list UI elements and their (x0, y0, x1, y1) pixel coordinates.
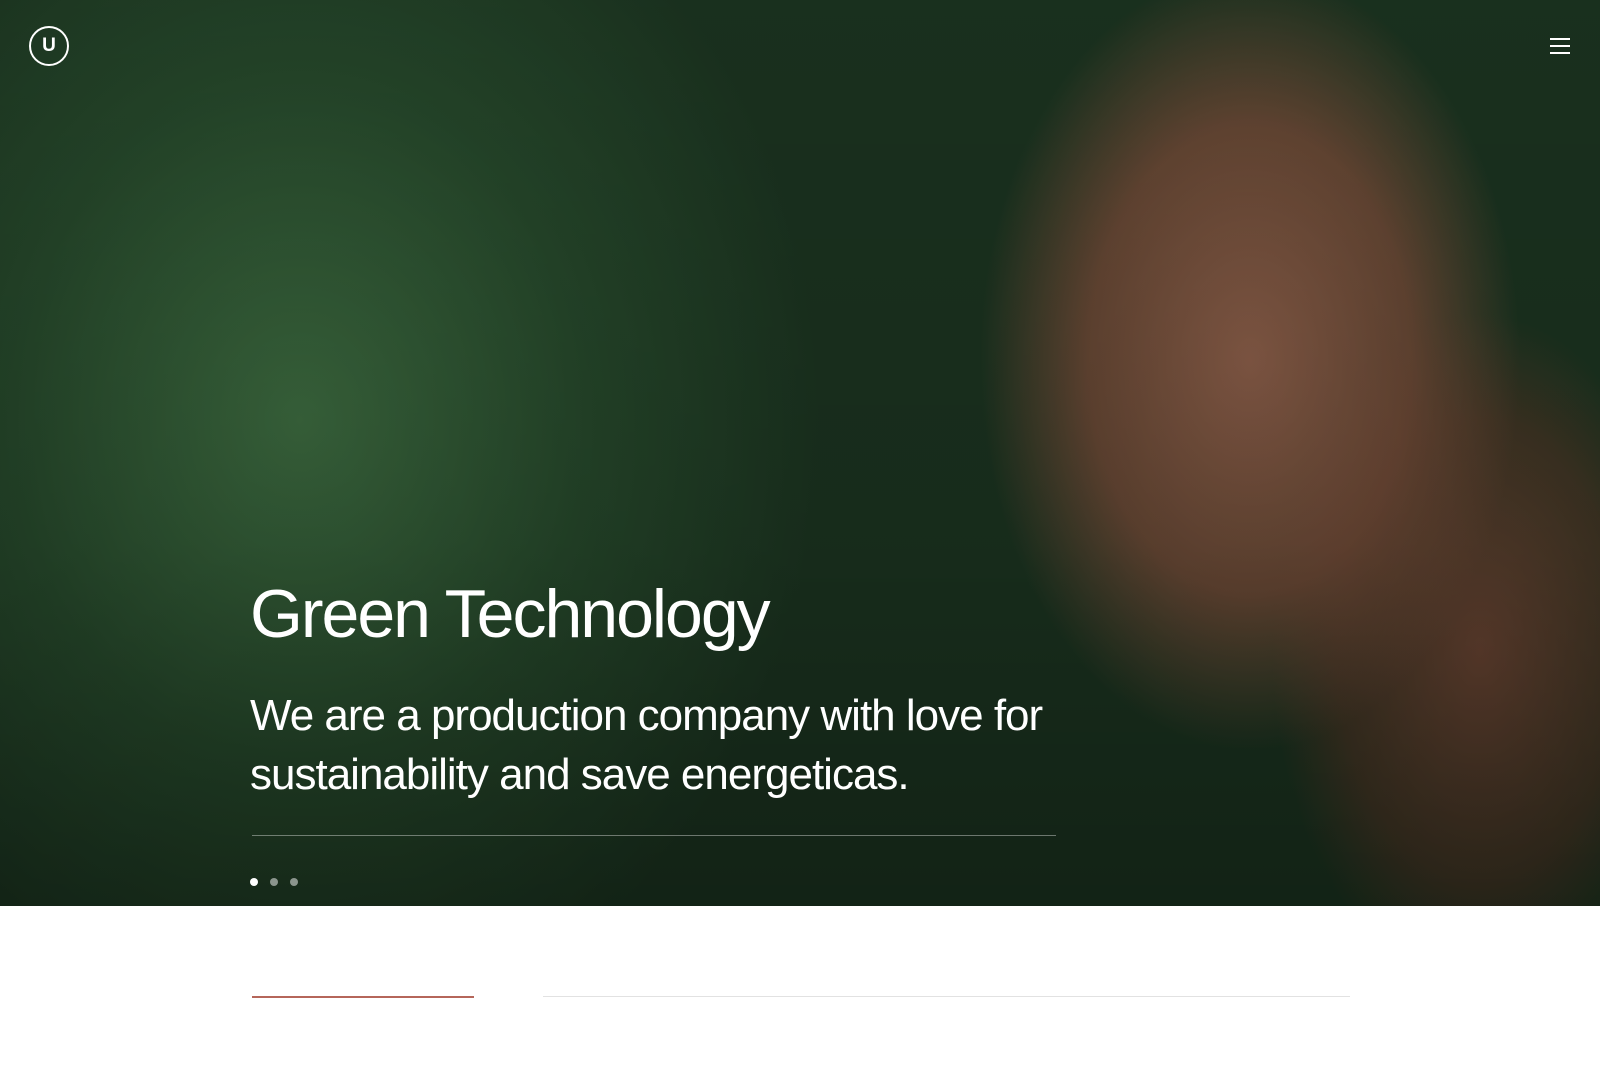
hero-title: Green Technology (250, 576, 771, 652)
menu-line (1550, 45, 1570, 47)
section-accent-rule (252, 996, 474, 998)
slider-dot-2[interactable] (270, 878, 278, 886)
content-section (0, 906, 1600, 1067)
menu-line (1550, 52, 1570, 54)
page: U Green Technology We are a production c… (0, 0, 1600, 1067)
slider-dot-3[interactable] (290, 878, 298, 886)
menu-line (1550, 38, 1570, 40)
hero-subtitle: We are a production company with love fo… (250, 691, 1043, 799)
slider-pagination (250, 878, 298, 886)
u-circle-logo-icon[interactable]: U (29, 26, 69, 66)
hamburger-menu-icon[interactable] (1548, 37, 1572, 55)
section-divider-rule (543, 996, 1350, 997)
hero-banner: U Green Technology We are a production c… (0, 0, 1600, 906)
slider-dot-1[interactable] (250, 878, 258, 886)
logo-letter: U (42, 35, 56, 56)
hero-divider (252, 835, 1056, 836)
